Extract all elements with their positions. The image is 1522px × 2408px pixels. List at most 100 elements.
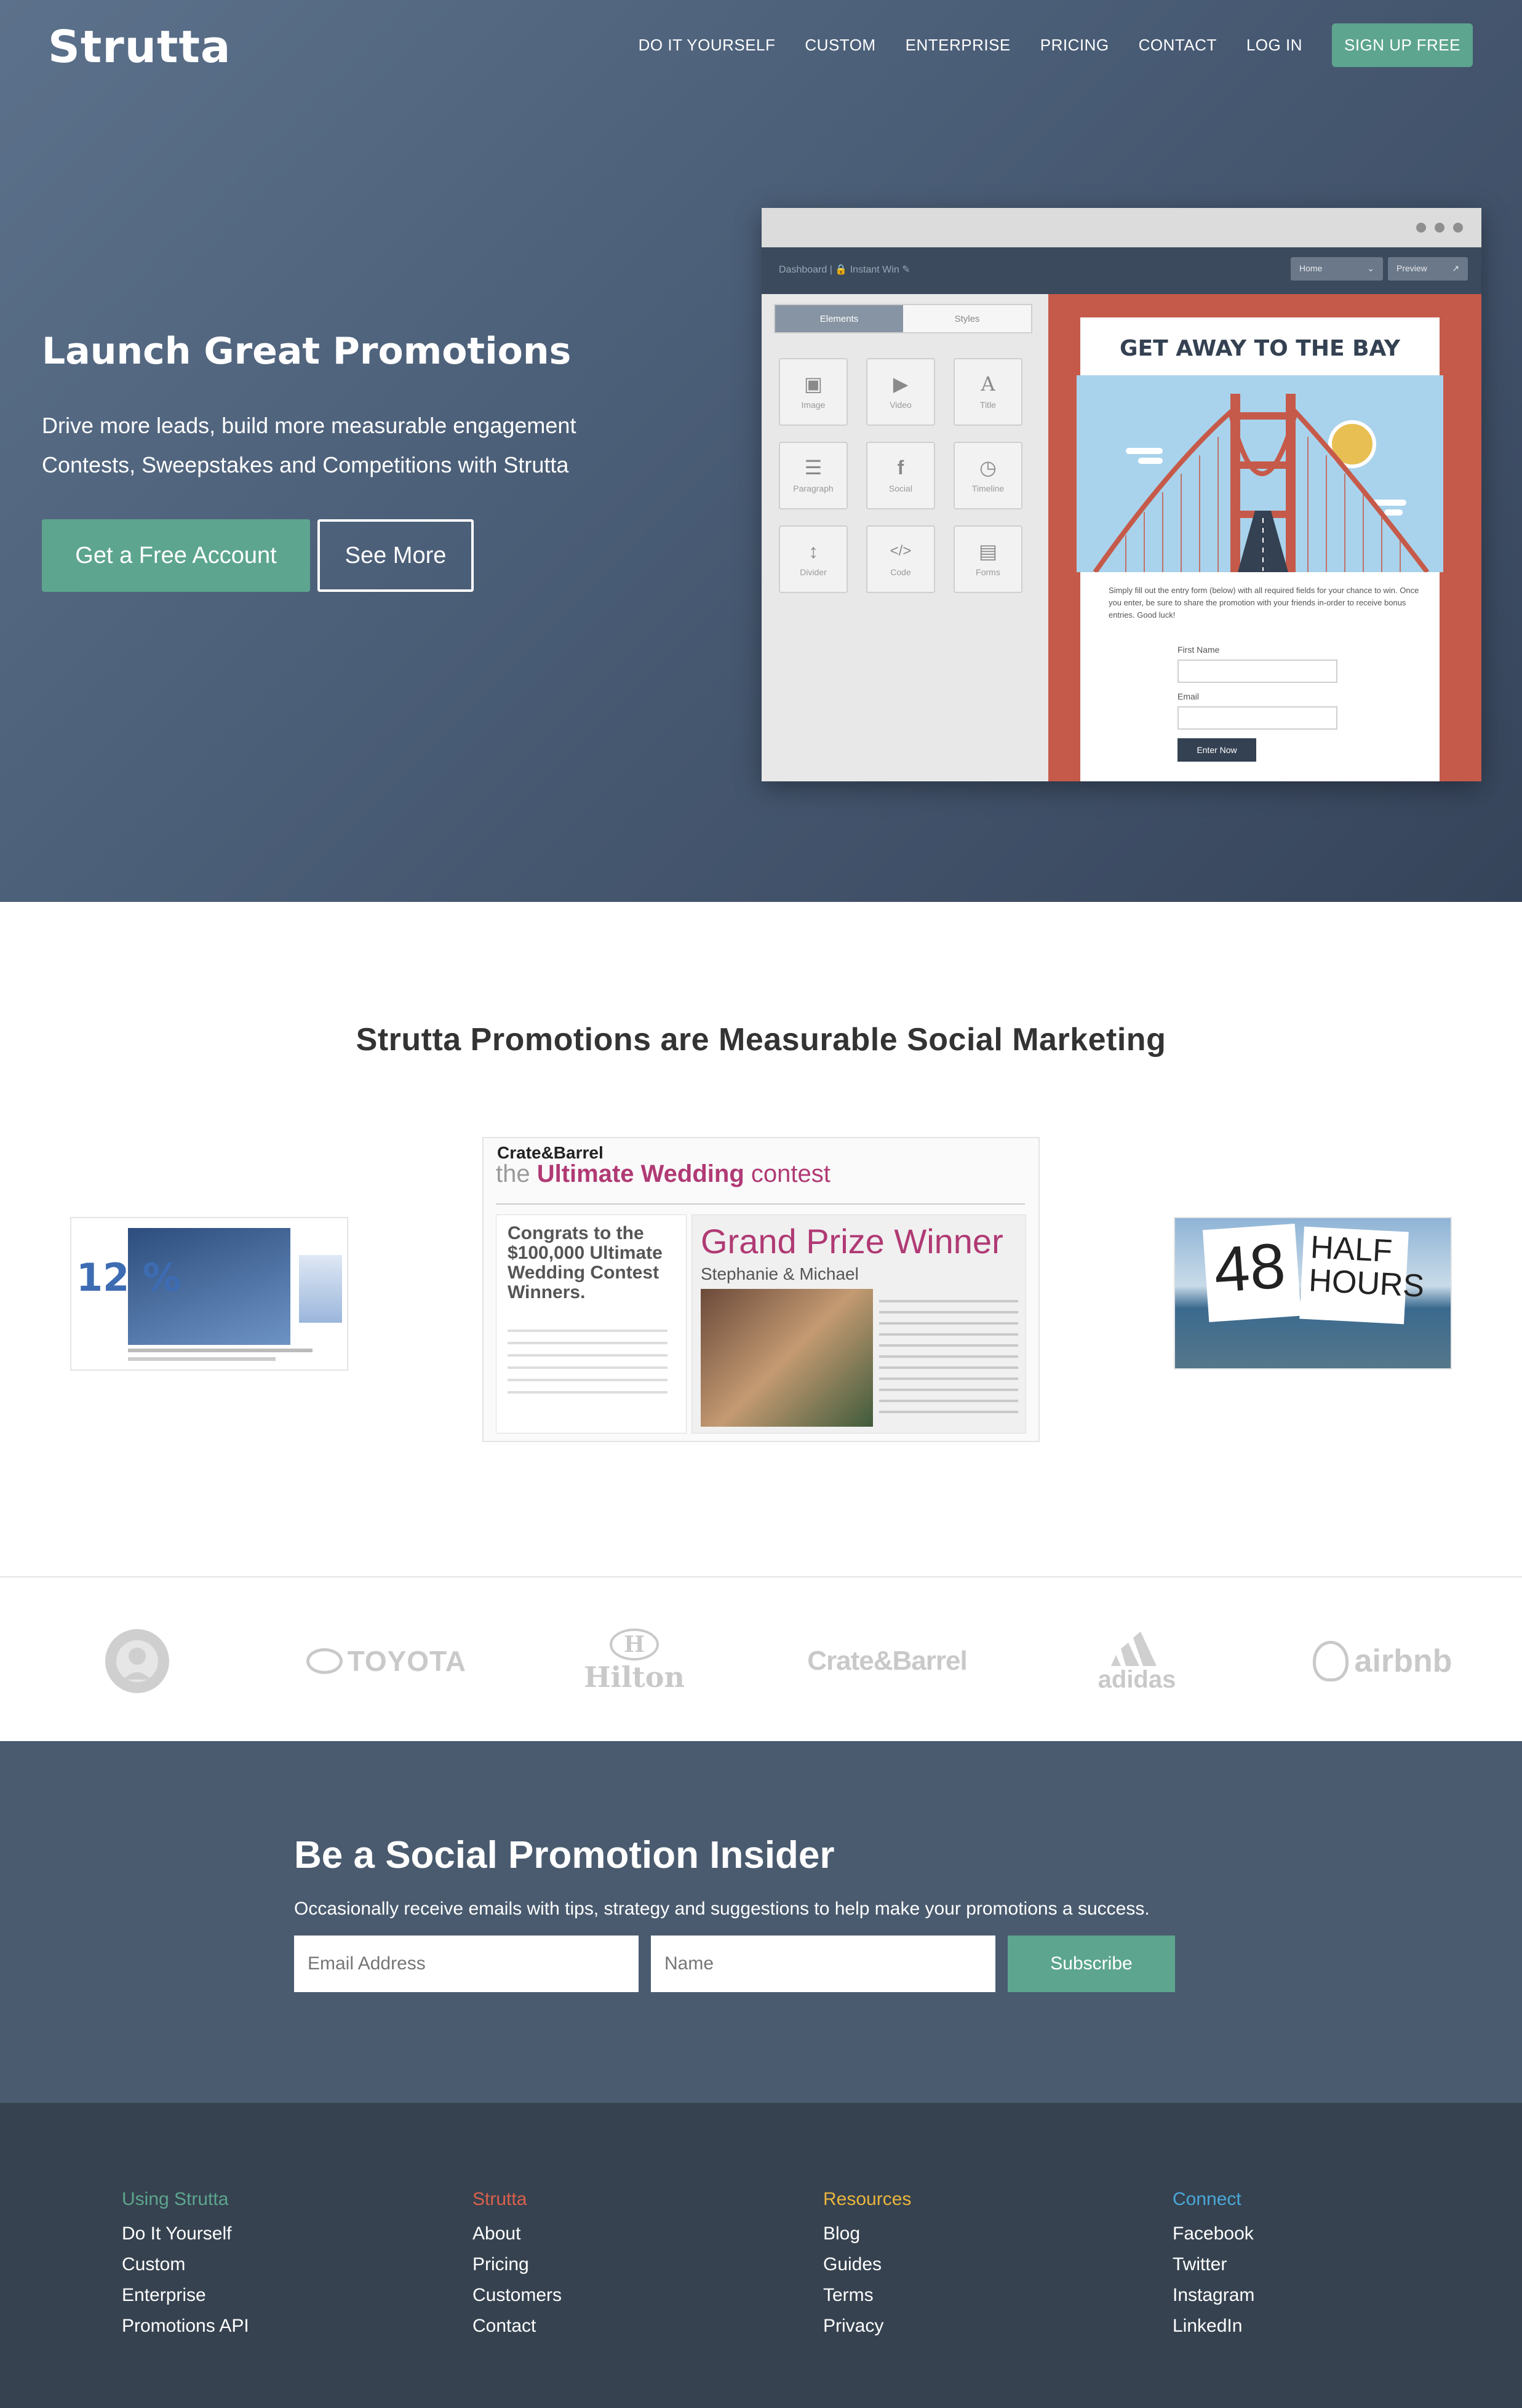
mockup-toolbar: Dashboard | 🔒 Instant Win ✎ Home ⌄ Previ… [762, 247, 1481, 294]
tile-image: ▣ Image [779, 358, 848, 426]
tile-label: Video [890, 400, 912, 410]
footer-link-enterprise[interactable]: Enterprise [122, 2280, 249, 2311]
title-a-icon: A [981, 372, 995, 396]
tile-label: Divider [800, 567, 827, 577]
footer-link-guides[interactable]: Guides [823, 2249, 911, 2280]
footer-column-resources: Resources Blog Guides Terms Privacy [823, 2189, 911, 2342]
footer-heading: Using Strutta [122, 2189, 229, 2209]
image-icon: ▣ [803, 373, 823, 395]
first-name-label: First Name [1177, 645, 1220, 655]
adidas-wordmark: adidas [1098, 1665, 1176, 1693]
crate-and-barrel-logo: Crate&Barrel [807, 1646, 967, 1676]
sign-up-button[interactable]: SIGN UP FREE [1331, 23, 1473, 67]
thumb-left-text [128, 1357, 276, 1361]
footer-link-blog[interactable]: Blog [823, 2219, 911, 2249]
thumb-right-card-words: HALF HOURS [1299, 1226, 1425, 1325]
footer-column-strutta: Strutta About Pricing Customers Contact [472, 2189, 562, 2342]
footer-column-connect: Connect Facebook Twitter Instagram Linke… [1173, 2189, 1254, 2342]
thumb-center-right-names: Stephanie & Michael [701, 1264, 859, 1283]
first-name-field [1177, 660, 1337, 683]
forms-icon: ▤ [978, 540, 998, 562]
clock-icon: ◷ [979, 456, 997, 479]
paragraph-icon: ☰ [804, 456, 823, 479]
see-more-button[interactable]: See More [317, 519, 474, 592]
footer-link-pricing[interactable]: Pricing [472, 2249, 562, 2280]
thumb-center-nav [496, 1196, 1025, 1205]
mockup-preview-button: Preview ↗ [1388, 257, 1468, 281]
brands-divider [0, 1576, 1522, 1577]
nav-log-in[interactable]: LOG IN [1246, 36, 1302, 55]
nav-enterprise[interactable]: ENTERPRISE [906, 36, 1011, 55]
nav-do-it-yourself[interactable]: DO IT YOURSELF [639, 36, 776, 55]
newsletter-title: Be a Social Promotion Insider [294, 1834, 835, 1876]
nav-contact[interactable]: CONTACT [1139, 36, 1217, 55]
thumb-center-left-title: Congrats to the $100,000 Ultimate Weddin… [508, 1223, 663, 1302]
toyota-icon [306, 1648, 343, 1674]
tile-label: Timeline [971, 484, 1005, 493]
footer-link-promotions-api[interactable]: Promotions API [122, 2311, 249, 2342]
hero-subtitle-line-1: Drive more leads, build more measurable … [42, 413, 576, 438]
footer-link-facebook[interactable]: Facebook [1173, 2219, 1254, 2249]
code-icon: </> [890, 543, 912, 559]
showcase-thumb-center[interactable]: Crate&Barrel the Ultimate Wedding contes… [484, 1138, 1038, 1441]
thumb-center-heading-prefix: the [496, 1160, 537, 1187]
footer-link-linkedin[interactable]: LinkedIn [1173, 2311, 1254, 2342]
footer-column-using-strutta: Using Strutta Do It Yourself Custom Ente… [122, 2189, 249, 2342]
mockup-canvas: GET AWAY TO THE BAY Simply fill out the … [1048, 294, 1481, 781]
mockup-window-chrome [762, 208, 1481, 247]
promo-card-title: GET AWAY TO THE BAY [1119, 336, 1400, 361]
tile-title: A Title [954, 358, 1022, 426]
adidas-icon [1111, 1631, 1157, 1666]
get-free-account-button[interactable]: Get a Free Account [42, 519, 310, 592]
footer-link-custom[interactable]: Custom [122, 2249, 249, 2280]
tile-label: Title [980, 400, 996, 410]
thumb-center-right-copy [879, 1291, 1018, 1421]
footer-link-terms[interactable]: Terms [823, 2280, 911, 2311]
footer: Using Strutta Do It Yourself Custom Ente… [0, 2103, 1522, 2408]
email-label: Email [1177, 692, 1200, 701]
thumb-left-promo-right [299, 1255, 342, 1323]
mockup-page-select-label: Home [1299, 263, 1323, 273]
email-address-input[interactable] [294, 1936, 639, 1992]
nav-pricing[interactable]: PRICING [1040, 36, 1109, 55]
tile-video: ▶ Video [866, 358, 935, 426]
window-dots-icon [1416, 223, 1463, 233]
hero-subtitle-line-2: Contests, Sweepstakes and Competitions w… [42, 452, 569, 477]
thumb-right-number: 48 [1211, 1230, 1288, 1307]
thumb-right-words: HALF HOURS [1307, 1229, 1425, 1304]
footer-link-instagram[interactable]: Instagram [1173, 2280, 1254, 2311]
mockup-tab-elements: Elements [775, 305, 903, 332]
toyota-wordmark: TOYOTA [347, 1645, 466, 1677]
winner-photo [701, 1289, 873, 1427]
nav-custom[interactable]: CUSTOM [805, 36, 875, 55]
footer-link-customers[interactable]: Customers [472, 2280, 562, 2311]
promo-card: GET AWAY TO THE BAY Simply fill out the … [1077, 317, 1443, 781]
mockup-tab-styles: Styles [903, 305, 1031, 332]
showcase-thumb-right[interactable]: 48 HALF HOURS [1175, 1218, 1451, 1368]
footer-heading: Strutta [472, 2189, 527, 2209]
thumb-right-card-48: 48 [1202, 1223, 1302, 1323]
facebook-icon: f [897, 456, 904, 479]
thumb-center-heading-strong: Ultimate Wedding [536, 1160, 744, 1187]
thumb-center-heading: the Ultimate Wedding contest [496, 1160, 831, 1188]
mockup-sidebar: Elements Styles ▣ Image ▶ Video A Title ☰ Pa… [762, 294, 1048, 781]
footer-heading: Resources [823, 2189, 912, 2209]
tile-paragraph: ☰ Paragraph [779, 442, 848, 509]
tile-social: f Social [866, 442, 935, 509]
thumb-center-right-panel: Grand Prize Winner Stephanie & Michael [691, 1214, 1026, 1433]
name-input[interactable] [651, 1936, 995, 1992]
thumb-center-heading-suffix: contest [744, 1160, 831, 1187]
footer-link-privacy[interactable]: Privacy [823, 2311, 911, 2342]
adidas-logo: adidas [1093, 1624, 1181, 1698]
footer-link-contact[interactable]: Contact [472, 2311, 562, 2342]
tile-timeline: ◷ Timeline [954, 442, 1022, 509]
airbnb-icon [1312, 1641, 1349, 1681]
footer-link-do-it-yourself[interactable]: Do It Yourself [122, 2219, 249, 2249]
strutta-logo[interactable]: Strutta [48, 21, 231, 73]
starbucks-icon [105, 1629, 169, 1693]
subscribe-button[interactable]: Subscribe [1008, 1936, 1175, 1992]
footer-link-twitter[interactable]: Twitter [1173, 2249, 1254, 2280]
showcase-thumb-left[interactable]: 12 % [71, 1218, 347, 1369]
app-mockup: Dashboard | 🔒 Instant Win ✎ Home ⌄ Previ… [762, 208, 1481, 781]
footer-link-about[interactable]: About [472, 2219, 562, 2249]
